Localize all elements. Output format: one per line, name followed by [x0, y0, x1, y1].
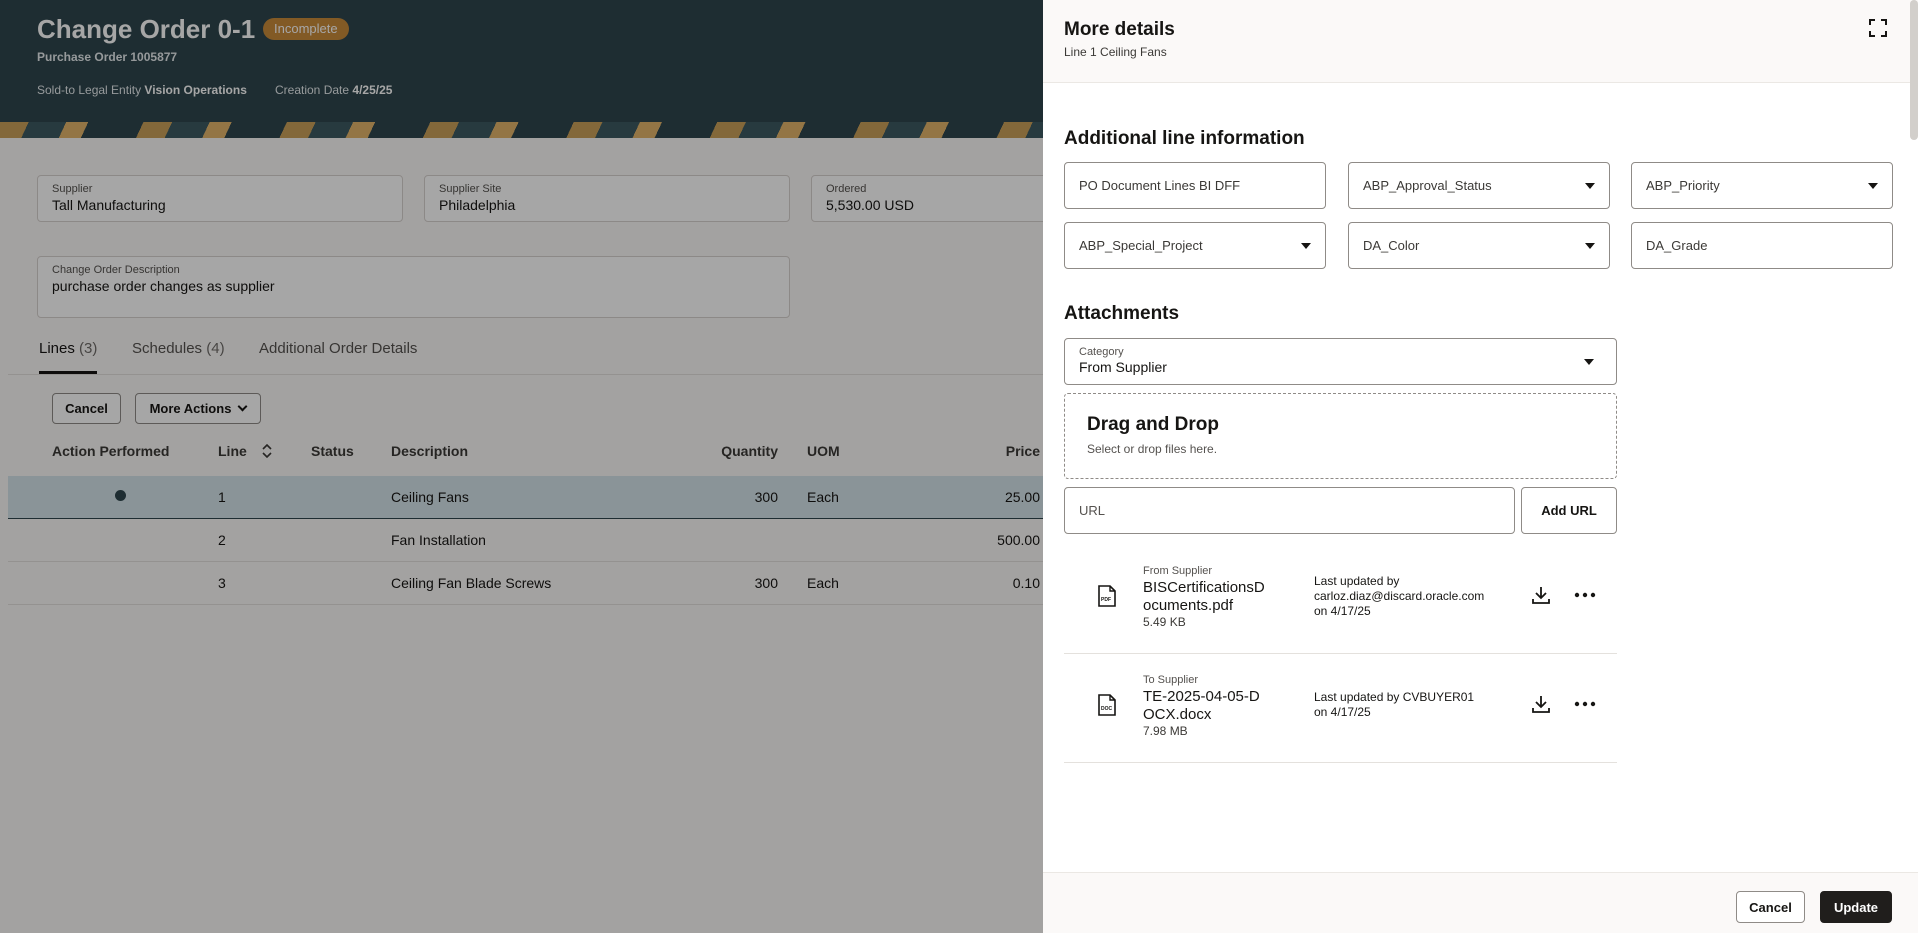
additional-line-info-title: Additional line information: [1064, 128, 1305, 149]
add-url-button[interactable]: Add URL: [1521, 487, 1617, 534]
attachment-item: PDF From Supplier BISCertificationsDocum…: [1064, 545, 1617, 654]
download-icon[interactable]: [1531, 585, 1551, 605]
caret-down-icon: [1301, 242, 1311, 249]
more-details-drawer: More details Line 1 Ceiling Fans Additio…: [1043, 0, 1918, 933]
attachment-name[interactable]: BISCertificationsDocuments.pdf: [1143, 579, 1273, 615]
drawer-footer: Cancel Update: [1043, 872, 1918, 933]
abp-priority-select[interactable]: ABP_Priority: [1631, 162, 1893, 209]
pdf-file-icon: PDF: [1098, 585, 1116, 607]
drawer-title: More details: [1064, 19, 1175, 40]
caret-down-icon: [1585, 182, 1595, 189]
da-grade-field[interactable]: DA_Grade: [1631, 222, 1893, 269]
caret-down-icon: [1585, 242, 1595, 249]
caret-down-icon: [1584, 359, 1594, 365]
svg-text:DOC: DOC: [1101, 706, 1113, 712]
caret-down-icon: [1868, 182, 1878, 189]
update-button[interactable]: Update: [1820, 891, 1892, 923]
file-dropzone[interactable]: Drag and Drop Select or drop files here.: [1064, 393, 1617, 479]
url-input[interactable]: [1064, 487, 1515, 534]
po-document-lines-bi-dff-field[interactable]: PO Document Lines BI DFF: [1064, 162, 1326, 209]
attachment-item: DOC To Supplier TE-2025-04-05-DOCX.docx …: [1064, 654, 1617, 763]
doc-file-icon: DOC: [1098, 694, 1116, 716]
category-select[interactable]: Category From Supplier: [1064, 338, 1617, 385]
attachment-name[interactable]: TE-2025-04-05-DOCX.docx: [1143, 688, 1263, 724]
more-options-icon[interactable]: [1574, 585, 1596, 605]
abp-special-project-select[interactable]: ABP_Special_Project: [1064, 222, 1326, 269]
attachments-title: Attachments: [1064, 303, 1180, 324]
drawer-header: More details Line 1 Ceiling Fans: [1043, 0, 1918, 83]
expand-icon[interactable]: [1869, 19, 1887, 37]
download-icon[interactable]: [1531, 694, 1551, 714]
svg-text:PDF: PDF: [1101, 597, 1111, 603]
drawer-subtitle: Line 1 Ceiling Fans: [1064, 45, 1167, 59]
abp-approval-status-select[interactable]: ABP_Approval_Status: [1348, 162, 1610, 209]
more-options-icon[interactable]: [1574, 694, 1596, 714]
da-color-select[interactable]: DA_Color: [1348, 222, 1610, 269]
drawer-cancel-button[interactable]: Cancel: [1736, 891, 1805, 923]
drawer-scrollbar[interactable]: [1910, 0, 1918, 140]
